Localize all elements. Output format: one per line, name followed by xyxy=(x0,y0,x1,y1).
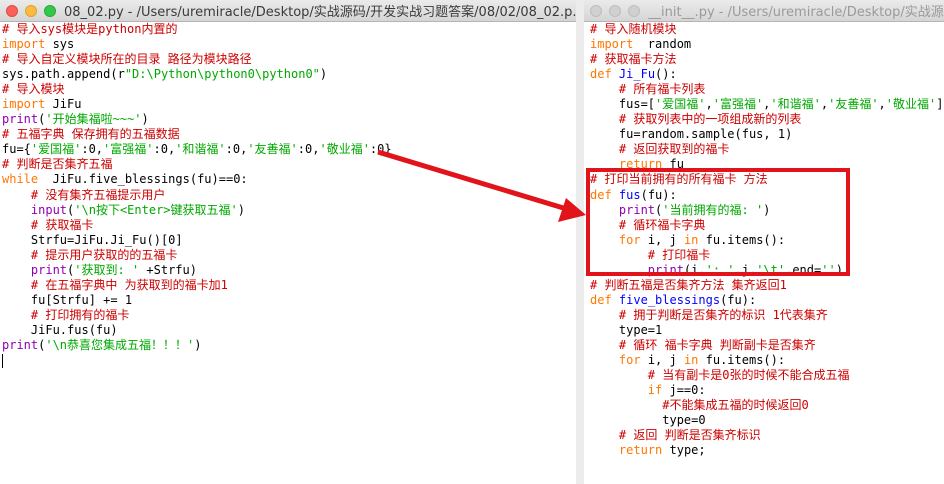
annotation-arrow-icon xyxy=(377,149,586,222)
